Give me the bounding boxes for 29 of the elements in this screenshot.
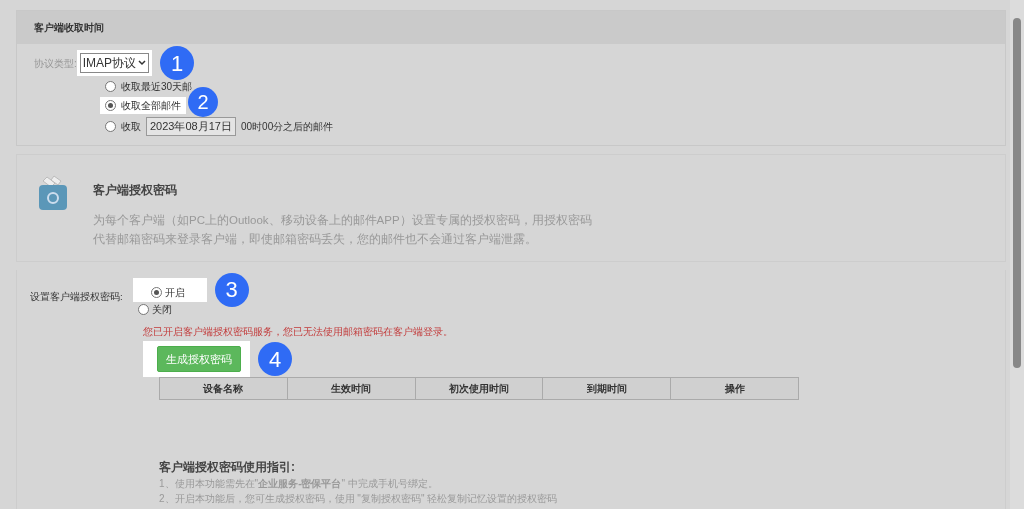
mailbox-icon	[37, 174, 69, 213]
radio-label: 关闭	[151, 302, 172, 317]
section-title: 客户端授权密码	[93, 181, 178, 199]
scrollbar-thumb[interactable]	[1013, 18, 1021, 368]
column-header: 操作	[670, 378, 798, 400]
radio-label: 收取	[121, 119, 141, 134]
warning-text: 您已开启客户端授权密码服务，您已无法使用邮箱密码在客户端登录。	[143, 324, 454, 339]
column-header: 设备名称	[202, 382, 245, 397]
column-header: 到期时间	[542, 378, 671, 400]
radio-button[interactable]	[150, 286, 162, 298]
radio-button[interactable]	[137, 303, 149, 315]
radio-button[interactable]	[105, 81, 116, 92]
column-header: 初次使用时间	[414, 378, 543, 400]
radio-label: 开启	[164, 285, 185, 300]
radio-label: 收取全部邮件	[121, 99, 181, 113]
column-header: 生效时间	[286, 378, 415, 400]
step-number-badge: 1	[160, 46, 195, 80]
guide-title: 客户端授权密码使用指引:	[159, 459, 296, 477]
setting-label: 设置客户端授权密码:	[30, 289, 123, 304]
scrollbar[interactable]	[1010, 0, 1024, 509]
date-suffix: 00时00分之后的邮件	[240, 119, 334, 134]
step-number-badge: 4	[258, 342, 292, 376]
step-number-badge: 3	[214, 272, 249, 307]
protocol-select[interactable]: IMAP协议	[79, 53, 150, 73]
date-field[interactable]: 2023年08月17日	[146, 117, 236, 136]
radio-button[interactable]	[105, 100, 116, 111]
caret-icon	[138, 60, 147, 66]
radio-button[interactable]	[105, 120, 116, 132]
panel-title: 客户端收取时间	[34, 21, 104, 35]
